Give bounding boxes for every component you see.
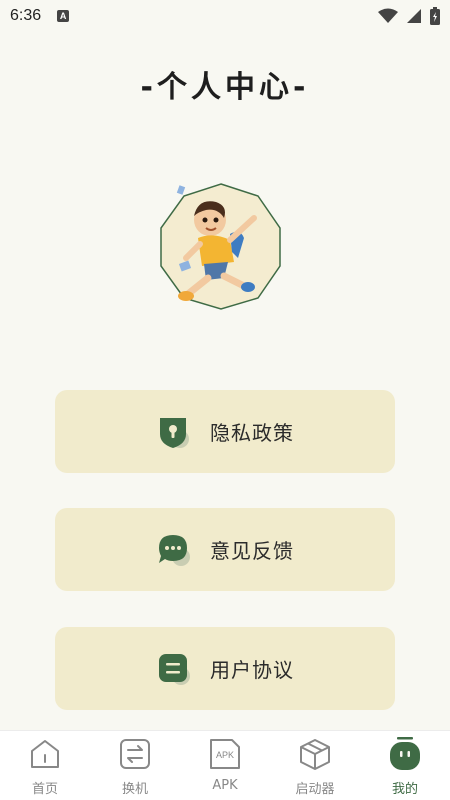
battery-icon xyxy=(430,7,440,25)
user-agreement-label: 用户协议 xyxy=(210,658,294,682)
tab-apk[interactable]: APK APK xyxy=(180,731,270,793)
tab-launcher[interactable]: 启动器 xyxy=(270,731,360,797)
feedback-label: 意见反馈 xyxy=(210,539,294,563)
user-agreement-button[interactable]: 用户协议 xyxy=(55,627,395,710)
feedback-button[interactable]: 意见反馈 xyxy=(55,508,395,591)
apk-file-icon: APK xyxy=(210,739,240,769)
swap-icon xyxy=(120,739,150,769)
status-time: 6:36 xyxy=(10,7,42,24)
tab-switch-label: 换机 xyxy=(121,782,148,797)
profile-icon xyxy=(390,737,420,770)
privacy-policy-button[interactable]: 隐私政策 xyxy=(55,390,395,473)
tab-switch[interactable]: 换机 xyxy=(90,731,180,797)
tab-home-label: 首页 xyxy=(31,782,58,797)
privacy-policy-label: 隐私政策 xyxy=(210,421,294,445)
box-icon xyxy=(300,739,330,770)
tab-home[interactable]: 首页 xyxy=(0,731,90,797)
status-bar: 6:36 A xyxy=(0,0,450,32)
home-icon xyxy=(31,740,59,768)
document-icon xyxy=(156,651,192,687)
cellular-signal-icon xyxy=(407,9,421,23)
bottom-tab-bar: 首页 换机 APK APK 启动器 我的 xyxy=(0,730,450,800)
apk-icon-text: APK xyxy=(216,750,234,760)
avatar[interactable] xyxy=(158,182,284,310)
tab-mine[interactable]: 我的 xyxy=(360,731,450,797)
chat-bubble-icon xyxy=(156,532,192,568)
tab-mine-label: 我的 xyxy=(391,782,418,797)
notification-badge: A xyxy=(57,10,70,22)
wifi-icon xyxy=(378,8,398,23)
tab-apk-label: APK xyxy=(212,778,238,793)
tab-launcher-label: 启动器 xyxy=(295,782,335,797)
shield-lock-icon xyxy=(156,414,192,450)
page-title: -个人中心- xyxy=(140,70,310,105)
